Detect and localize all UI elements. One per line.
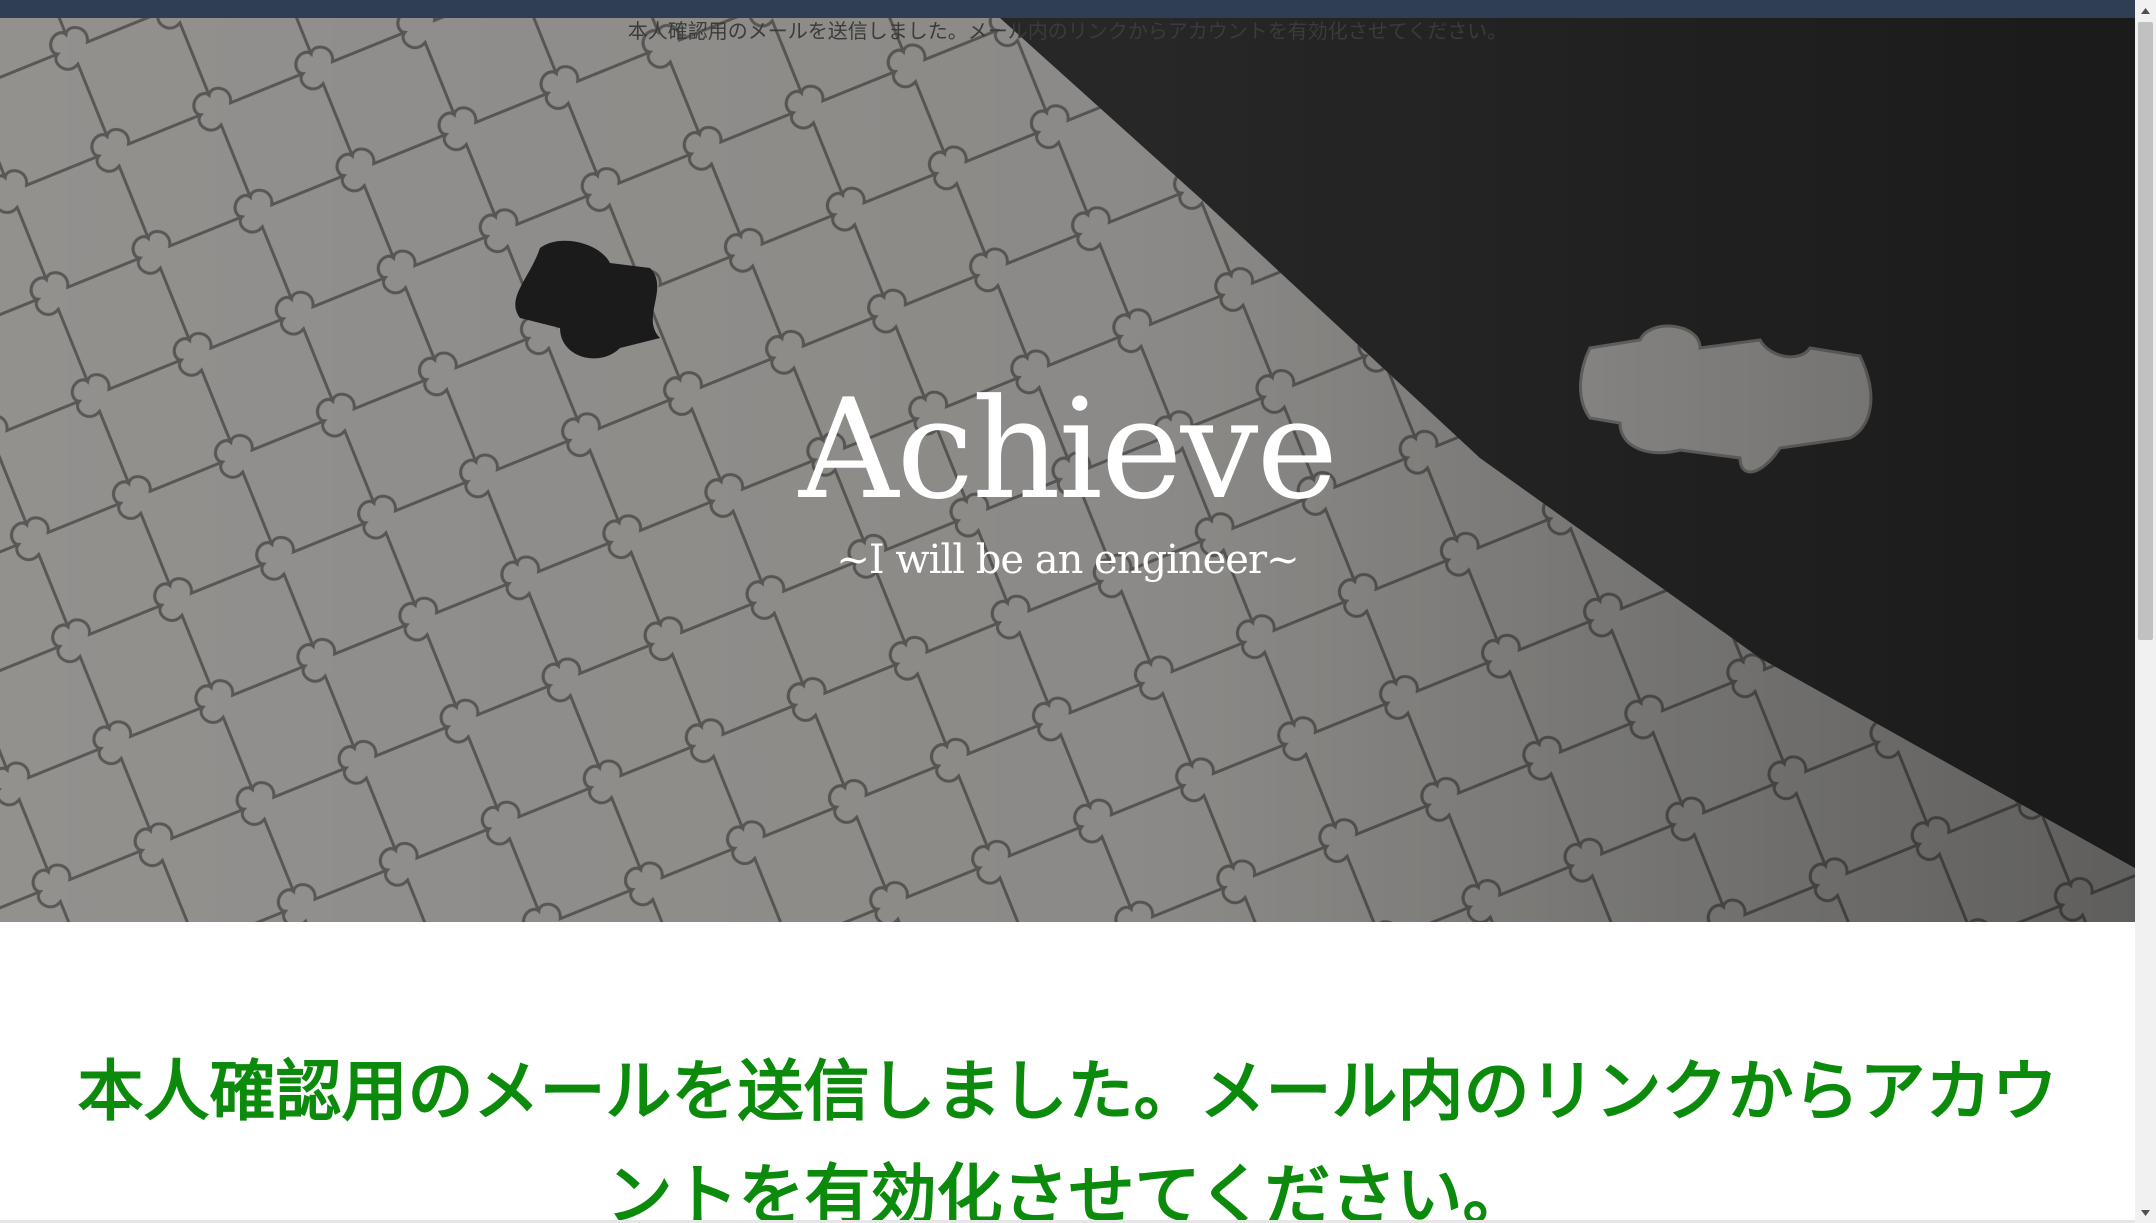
triangle-up-icon[interactable]	[2135, 0, 2156, 21]
confirmation-message: 本人確認用のメールを送信しました。メール内のリンクからアカウントを有効化させてく…	[77, 1053, 2058, 1223]
triangle-down-icon[interactable]	[2135, 1202, 2156, 1223]
top-notice-text: 本人確認用のメールを送信しました。メール内のリンクからアカウントを有効化させてく…	[627, 19, 1508, 43]
top-bar	[0, 0, 2135, 18]
hero-title: Achieve	[798, 369, 1338, 530]
vertical-scrollbar[interactable]	[2135, 0, 2156, 1223]
page: 本人確認用のメールを送信しました。メール内のリンクからアカウントを有効化させてく…	[0, 0, 2156, 1223]
scrollbar-thumb[interactable]	[2138, 22, 2153, 640]
hero-subtitle: ~I will be an engineer~	[836, 537, 1299, 583]
